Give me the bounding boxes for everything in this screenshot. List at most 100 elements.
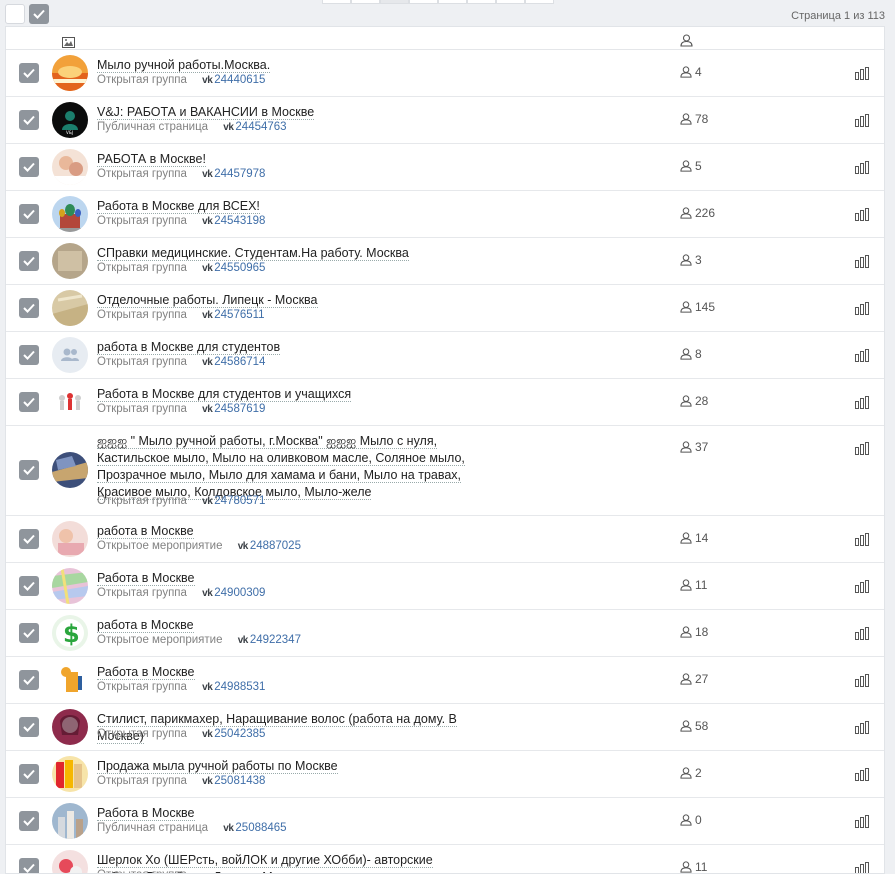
group-id[interactable]: 25088465 [235, 822, 286, 834]
row-checkbox[interactable] [19, 251, 39, 271]
table-row[interactable]: работа в Москве для студентов Открытая г… [6, 332, 884, 379]
members-icon[interactable] [680, 32, 693, 51]
group-id[interactable]: 25042385 [214, 728, 265, 740]
stats-icon[interactable] [855, 65, 870, 84]
group-id[interactable]: 25081438 [214, 775, 265, 787]
group-id[interactable]: 24543198 [214, 215, 265, 227]
table-row[interactable]: Работа в Москве для ВСЕХ! Открытая групп… [6, 191, 884, 238]
stats-icon[interactable] [855, 719, 870, 738]
group-avatar[interactable] [52, 709, 88, 745]
vk-link[interactable]: vk 24440615 [202, 74, 265, 86]
group-id[interactable]: 24457978 [214, 168, 265, 180]
vk-link[interactable]: vk 24576511 [202, 309, 264, 321]
vk-link[interactable]: vk 24988531 [202, 681, 265, 693]
table-row[interactable]: ஐஐஐ " Мыло ручной работы, г.Москва" ஐஐஐ … [6, 426, 884, 516]
row-checkbox[interactable] [19, 623, 39, 643]
vk-link[interactable]: vk 24587619 [202, 403, 265, 415]
stats-icon[interactable] [855, 672, 870, 691]
group-avatar[interactable]: $ [52, 615, 88, 651]
group-avatar[interactable]: V&J [52, 102, 88, 138]
stats-icon[interactable] [855, 159, 870, 178]
group-id[interactable]: 24988531 [214, 681, 265, 693]
group-name[interactable]: Работа в Москве [97, 570, 477, 587]
table-row[interactable]: Продажа мыла ручной работы по Москве Отк… [6, 751, 884, 798]
row-checkbox[interactable] [19, 298, 39, 318]
vk-link[interactable]: vk 25088465 [223, 822, 286, 834]
vk-link[interactable]: vk 24457978 [202, 168, 265, 180]
group-name[interactable]: Работа в Москве [97, 805, 477, 822]
row-checkbox[interactable] [19, 576, 39, 596]
table-row[interactable]: Стилист, парикмахер, Наращивание волос (… [6, 704, 884, 751]
stats-icon[interactable] [855, 625, 870, 644]
vk-link[interactable]: vk 24887025 [238, 540, 301, 552]
stats-icon[interactable] [855, 253, 870, 272]
group-name[interactable]: Отделочные работы. Липецк - Москва [97, 292, 477, 309]
table-row[interactable]: $ работа в Москве Открытое мероприятие v… [6, 610, 884, 657]
page-button[interactable] [409, 0, 438, 4]
group-avatar[interactable] [52, 803, 88, 839]
row-checkbox[interactable] [19, 345, 39, 365]
group-avatar[interactable] [52, 521, 88, 557]
group-avatar[interactable] [52, 384, 88, 420]
group-name[interactable]: Мыло ручной работы.Москва. [97, 57, 477, 74]
group-name[interactable]: СПравки медицинские. Студентам.На работу… [97, 245, 477, 262]
vk-link[interactable]: vk 24550965 [202, 262, 265, 274]
vk-link[interactable]: vk 25081438 [202, 775, 265, 787]
page-button[interactable] [525, 0, 554, 4]
group-id[interactable]: 24587619 [214, 403, 265, 415]
group-avatar[interactable] [52, 850, 88, 873]
row-checkbox[interactable] [19, 717, 39, 737]
group-id[interactable]: 24586714 [214, 356, 265, 368]
group-avatar[interactable] [52, 196, 88, 232]
page-button[interactable] [322, 0, 351, 4]
group-name[interactable]: работа в Москве для студентов [97, 339, 477, 356]
table-row[interactable]: V&J V&J: РАБОТА и ВАКАНСИИ в Москве Публ… [6, 97, 884, 144]
vk-link[interactable]: vk 24900309 [202, 587, 265, 599]
group-id[interactable]: 24440615 [214, 74, 265, 86]
table-row[interactable]: Работа в Москве Открытая группа vk 249003… [6, 563, 884, 610]
group-avatar[interactable] [52, 149, 88, 185]
stats-icon[interactable] [855, 347, 870, 366]
group-id[interactable]: 24550965 [214, 262, 265, 274]
group-avatar[interactable] [52, 756, 88, 792]
stats-icon[interactable] [855, 531, 870, 550]
group-name[interactable]: Работа в Москве [97, 664, 477, 681]
stats-icon[interactable] [855, 300, 870, 319]
table-row[interactable]: Работа в Москве Публичная страница vk 250… [6, 798, 884, 845]
group-name[interactable]: Работа в Москве для студентов и учащихся [97, 386, 477, 403]
group-name[interactable]: работа в Москве [97, 523, 477, 540]
group-id[interactable]: 24576511 [214, 309, 264, 321]
stats-icon[interactable] [855, 860, 870, 873]
page-button[interactable] [438, 0, 467, 4]
row-checkbox[interactable] [19, 811, 39, 831]
row-checkbox[interactable] [19, 157, 39, 177]
group-name[interactable]: работа в Москве [97, 617, 477, 634]
vk-link[interactable]: vk 24543198 [202, 215, 265, 227]
group-name[interactable]: V&J: РАБОТА и ВАКАНСИИ в Москве [97, 104, 477, 121]
group-name[interactable]: Продажа мыла ручной работы по Москве [97, 758, 477, 775]
row-checkbox[interactable] [19, 764, 39, 784]
stats-icon[interactable] [855, 578, 870, 597]
group-name[interactable]: ஐஐஐ " Мыло ручной работы, г.Москва" ஐஐஐ … [97, 433, 477, 501]
page-button[interactable] [351, 0, 380, 4]
stats-icon[interactable] [855, 112, 870, 131]
vk-link[interactable]: vk 24922347 [238, 634, 301, 646]
table-row[interactable]: СПравки медицинские. Студентам.На работу… [6, 238, 884, 285]
group-avatar[interactable] [52, 55, 88, 91]
stats-icon[interactable] [855, 813, 870, 832]
page-button[interactable] [467, 0, 496, 4]
vk-link[interactable]: vk 24586714 [202, 356, 265, 368]
page-button[interactable] [496, 0, 525, 4]
group-avatar[interactable] [52, 568, 88, 604]
group-name[interactable]: РАБОТА в Москве! [97, 151, 477, 168]
page-button[interactable] [380, 0, 409, 4]
group-avatar[interactable] [52, 290, 88, 326]
table-row[interactable]: РАБОТА в Москве! Открытая группа vk 24457… [6, 144, 884, 191]
select-none-checkbox[interactable] [5, 4, 25, 24]
row-checkbox[interactable] [19, 110, 39, 130]
row-checkbox[interactable] [19, 858, 39, 873]
stats-icon[interactable] [855, 766, 870, 785]
group-id[interactable]: 24454763 [235, 121, 286, 133]
group-id[interactable]: 24780571 [214, 495, 265, 507]
table-row[interactable]: Отделочные работы. Липецк - Москва Откры… [6, 285, 884, 332]
